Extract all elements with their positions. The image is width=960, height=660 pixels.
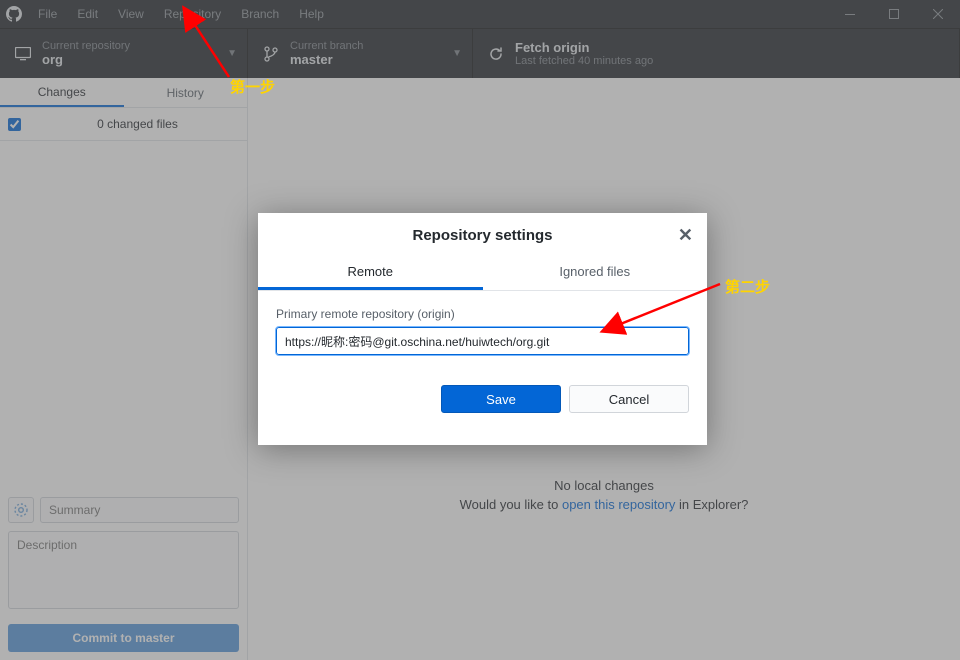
remote-url-input[interactable]: [276, 327, 689, 355]
repository-settings-dialog: Repository settings ✕ Remote Ignored fil…: [258, 213, 707, 445]
modal-title: Repository settings: [412, 227, 552, 244]
cancel-button[interactable]: Cancel: [569, 385, 689, 413]
save-button[interactable]: Save: [441, 385, 561, 413]
remote-url-label: Primary remote repository (origin): [276, 307, 689, 321]
tab-remote[interactable]: Remote: [258, 256, 483, 290]
close-icon[interactable]: ✕: [678, 225, 693, 246]
tab-ignored-files[interactable]: Ignored files: [483, 256, 708, 290]
